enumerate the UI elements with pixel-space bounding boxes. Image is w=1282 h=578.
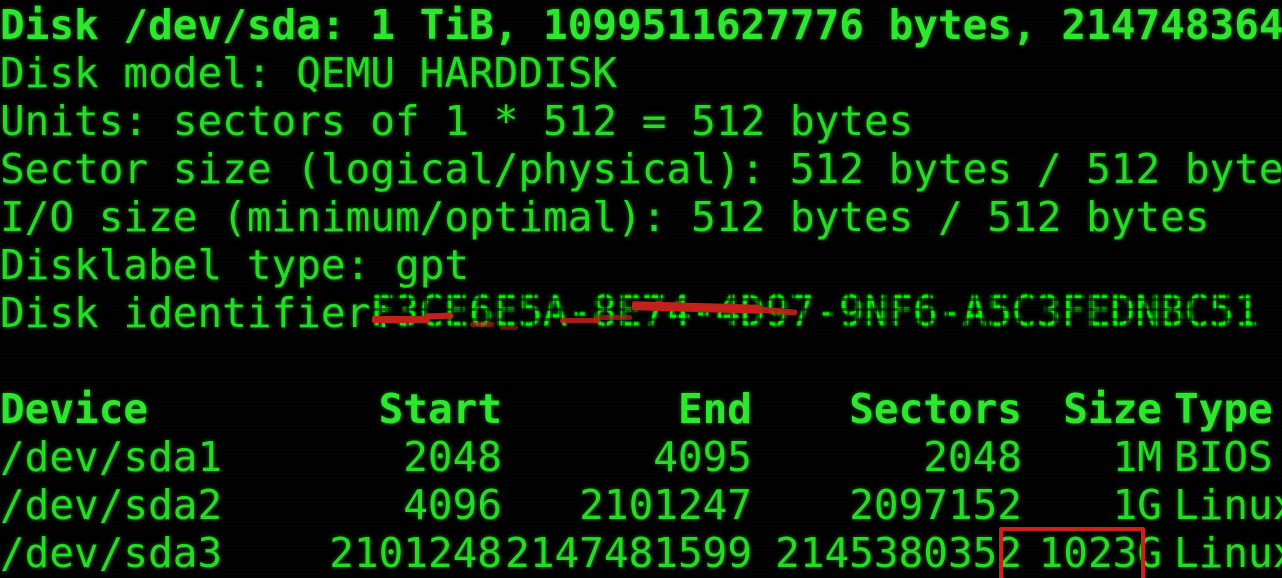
cell-device: /dev/sda3 xyxy=(0,529,223,577)
disk-identifier-value: F3CE6E5A-8E74-4D97-9NF6-A5C3FEDNBC51 xyxy=(370,288,1259,336)
disk-identifier-label: Disk identifier: xyxy=(0,289,395,337)
terminal-window: Disk /dev/sda: 1 TiB, 1099511627776 byte… xyxy=(0,0,1282,578)
disklabel-type-line: Disklabel type: gpt xyxy=(0,241,469,289)
disk-model-line: Disk model: QEMU HARDDISK xyxy=(0,49,618,97)
disk-identifier-redaction: F3CE6E5A-8E74-4D97-9NF6-A5C3FEDNBC51 xyxy=(370,288,1282,338)
cell-device: /dev/sda1 xyxy=(0,433,223,481)
cell-sectors: 2097152 xyxy=(849,481,1022,529)
cell-start: 2048 xyxy=(403,433,502,481)
table-row: /dev/sda1 2048 4095 2048 1MBIOS b xyxy=(0,434,1282,481)
column-header-size: Size xyxy=(1063,385,1162,433)
red-strikethrough-mark xyxy=(424,312,454,320)
cell-end: 2101247 xyxy=(579,481,752,529)
partition-table-header: Device Start End Sectors Size Type xyxy=(0,386,1273,433)
red-strikethrough-mark xyxy=(500,326,518,330)
table-row: /dev/sda2 4096 2101247 2097152 1GLinux xyxy=(0,482,1282,529)
red-strikethrough-mark xyxy=(596,315,632,320)
cell-end: 2147481599 xyxy=(505,529,752,577)
red-strikethrough-mark xyxy=(560,318,600,323)
column-header-type: Type xyxy=(1174,385,1273,433)
cell-sectors: 2048 xyxy=(923,433,1022,481)
red-strikethrough-mark xyxy=(756,306,798,316)
cell-size: 1023G xyxy=(1038,529,1162,577)
cell-size: 1G xyxy=(1112,481,1162,529)
units-line: Units: sectors of 1 * 512 = 512 bytes xyxy=(0,97,914,145)
cell-end: 4095 xyxy=(653,433,752,481)
column-header-end: End xyxy=(677,385,752,433)
cell-type: Linux xyxy=(1174,529,1282,577)
disk-summary-line: Disk /dev/sda: 1 TiB, 1099511627776 byte… xyxy=(0,1,1282,49)
io-size-line: I/O size (minimum/optimal): 512 bytes / … xyxy=(0,193,1210,241)
pixelation-overlay xyxy=(370,288,1282,338)
cell-sectors: 2145380352 xyxy=(775,529,1022,577)
cell-start: 4096 xyxy=(403,481,502,529)
cell-size: 1M xyxy=(1112,433,1162,481)
cell-type: Linux xyxy=(1174,481,1282,529)
table-row: /dev/sda3 2101248 2147481599 2145380352 1023… xyxy=(0,530,1282,577)
column-header-device: Device xyxy=(0,385,149,433)
cell-start: 2101248 xyxy=(329,529,502,577)
cell-device: /dev/sda2 xyxy=(0,481,223,529)
column-header-start: Start xyxy=(378,385,502,433)
red-strikethrough-mark xyxy=(631,301,763,314)
red-strikethrough-mark xyxy=(470,322,494,327)
cell-type: BIOS b xyxy=(1174,433,1273,481)
sector-size-line: Sector size (logical/physical): 512 byte… xyxy=(0,145,1282,193)
column-header-sectors: Sectors xyxy=(849,385,1022,433)
